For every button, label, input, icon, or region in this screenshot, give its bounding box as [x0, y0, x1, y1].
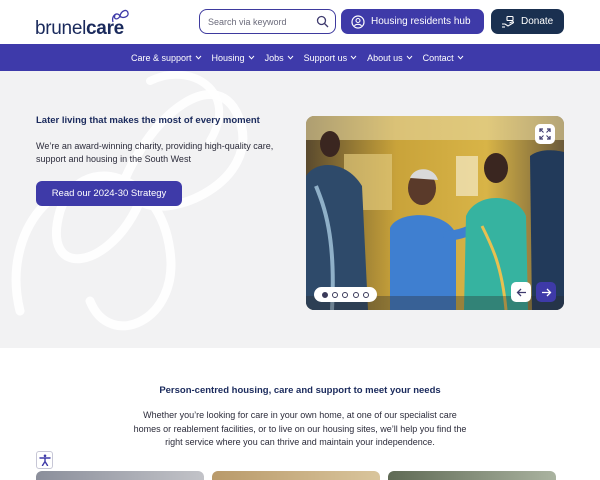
service-card-image-3[interactable] — [388, 471, 556, 480]
nav-item-label: About us — [367, 52, 403, 63]
user-circle-icon — [351, 14, 365, 29]
donate-button-label: Donate — [521, 16, 554, 27]
hero-background-flourish — [11, 71, 248, 331]
carousel-pagination — [314, 287, 377, 302]
carousel-dot-3[interactable] — [342, 291, 349, 298]
hero-carousel[interactable] — [306, 116, 564, 310]
nav-item-about-us[interactable]: About us — [367, 53, 413, 63]
site-header: brunelcare Housing residents hub Donate — [0, 0, 600, 44]
hero-intro-text: We’re an award-winning charity, providin… — [36, 141, 274, 164]
carousel-prev-button[interactable] — [511, 282, 531, 302]
nav-item-housing[interactable]: Housing — [212, 53, 255, 63]
accessibility-icon — [38, 454, 51, 466]
carousel-dot-1[interactable] — [322, 291, 329, 298]
carousel-next-button[interactable] — [536, 282, 556, 302]
chevron-down-icon — [287, 55, 293, 60]
hero-tagline: Later living that makes the most of ever… — [36, 115, 260, 126]
logo-flourish-icon — [111, 9, 129, 23]
nav-item-contact[interactable]: Contact — [423, 53, 464, 63]
donate-button[interactable]: Donate — [491, 9, 564, 34]
nav-item-jobs[interactable]: Jobs — [265, 53, 294, 63]
chevron-down-icon — [350, 55, 357, 60]
main-nav: Care & support Housing Jobs Support us A… — [0, 44, 600, 71]
search-icon[interactable] — [316, 15, 329, 28]
nav-item-label: Support us — [303, 52, 348, 63]
expand-button[interactable] — [535, 124, 555, 144]
chevron-down-icon — [457, 55, 464, 60]
chevron-down-icon — [248, 55, 254, 60]
nav-item-label: Housing — [211, 52, 245, 63]
service-card-image-1[interactable] — [36, 471, 204, 480]
arrow-right-icon — [541, 288, 551, 296]
nav-item-label: Jobs — [264, 52, 284, 63]
hub-button-label: Housing residents hub — [371, 16, 471, 27]
expand-icon — [539, 128, 551, 140]
read-strategy-button[interactable]: Read our 2024-30 Strategy — [36, 181, 182, 206]
nav-item-label: Care & support — [131, 52, 192, 63]
section-body-text: Whether you’re looking for care in your … — [133, 410, 467, 447]
search-input[interactable] — [208, 14, 312, 30]
housing-residents-hub-button[interactable]: Housing residents hub — [341, 9, 484, 34]
brunelcare-logo[interactable]: brunelcare — [35, 8, 135, 40]
nav-item-support-us[interactable]: Support us — [304, 53, 358, 63]
carousel-dot-5[interactable] — [362, 291, 369, 298]
nav-item-care-support[interactable]: Care & support — [131, 53, 202, 63]
carousel-photo — [306, 116, 564, 310]
chevron-down-icon — [195, 55, 201, 60]
donate-hand-icon — [502, 15, 515, 28]
carousel-dot-2[interactable] — [332, 291, 339, 298]
hero-section: Later living that makes the most of ever… — [0, 71, 600, 348]
service-card-image-2[interactable] — [212, 471, 380, 480]
section-title: Person-centred housing, care and support… — [159, 385, 441, 396]
arrow-left-icon — [516, 288, 526, 296]
nav-items: Care & support Housing Jobs Support us A… — [131, 44, 474, 71]
chevron-down-icon — [406, 55, 413, 60]
nav-item-label: Contact — [422, 52, 454, 63]
carousel-dot-4[interactable] — [352, 291, 359, 298]
search-box — [199, 9, 336, 34]
accessibility-button[interactable] — [36, 451, 53, 469]
logo-text-brunel: brunel — [35, 18, 87, 39]
